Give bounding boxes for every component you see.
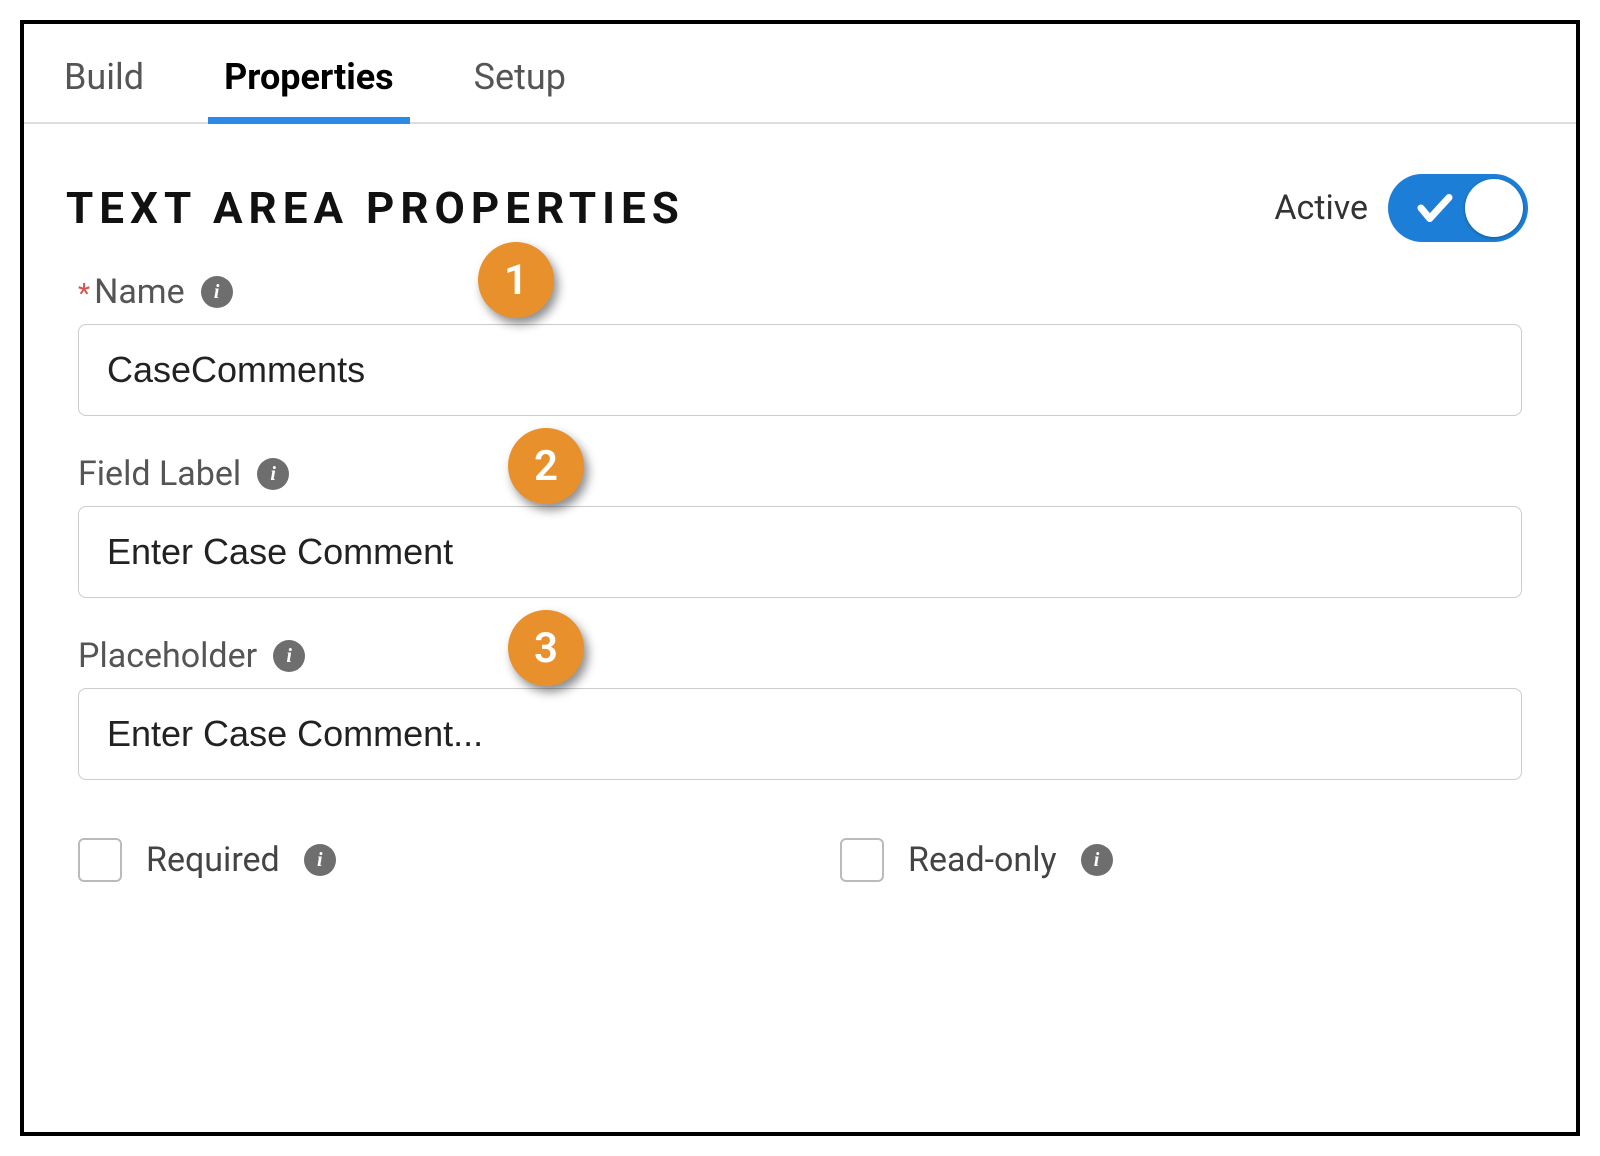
info-icon[interactable]: i [304, 844, 336, 876]
info-icon[interactable]: i [1081, 844, 1113, 876]
tab-setup[interactable]: Setup [464, 24, 576, 122]
name-field-group: 1 *Name i [78, 272, 1522, 416]
form: 1 *Name i 2 Field Label i 3 Placeholder … [24, 272, 1576, 780]
info-icon[interactable]: i [273, 640, 305, 672]
checkbox-row: Required i Read-only i [24, 818, 1576, 882]
tab-bar: Build Properties Setup [24, 24, 1576, 124]
properties-panel: Build Properties Setup TEXT AREA PROPERT… [20, 20, 1580, 1136]
info-icon[interactable]: i [201, 276, 233, 308]
check-icon [1414, 187, 1456, 229]
field-label-label: Field Label [78, 454, 241, 494]
placeholder-label: Placeholder [78, 636, 257, 676]
toggle-knob [1465, 179, 1523, 237]
active-toggle[interactable] [1388, 174, 1528, 242]
required-checkbox-label: Required [146, 840, 280, 880]
tab-build[interactable]: Build [54, 24, 154, 122]
callout-1: 1 [478, 242, 554, 318]
field-label-input[interactable] [78, 506, 1522, 598]
placeholder-input[interactable] [78, 688, 1522, 780]
callout-2: 2 [508, 428, 584, 504]
page-title: TEXT AREA PROPERTIES [66, 182, 685, 234]
required-star: * [78, 277, 90, 310]
field-label-group: 2 Field Label i [78, 454, 1522, 598]
name-input[interactable] [78, 324, 1522, 416]
placeholder-field-group: 3 Placeholder i [78, 636, 1522, 780]
required-checkbox-item: Required i [78, 838, 760, 882]
readonly-checkbox-label: Read-only [908, 840, 1057, 880]
active-toggle-label: Active [1274, 188, 1368, 228]
name-label: *Name [78, 272, 185, 312]
active-toggle-wrap: Active [1274, 174, 1528, 242]
info-icon[interactable]: i [257, 458, 289, 490]
callout-3: 3 [508, 610, 584, 686]
header-row: TEXT AREA PROPERTIES Active [24, 124, 1576, 272]
required-checkbox[interactable] [78, 838, 122, 882]
readonly-checkbox[interactable] [840, 838, 884, 882]
tab-properties[interactable]: Properties [214, 24, 404, 122]
readonly-checkbox-item: Read-only i [840, 838, 1522, 882]
